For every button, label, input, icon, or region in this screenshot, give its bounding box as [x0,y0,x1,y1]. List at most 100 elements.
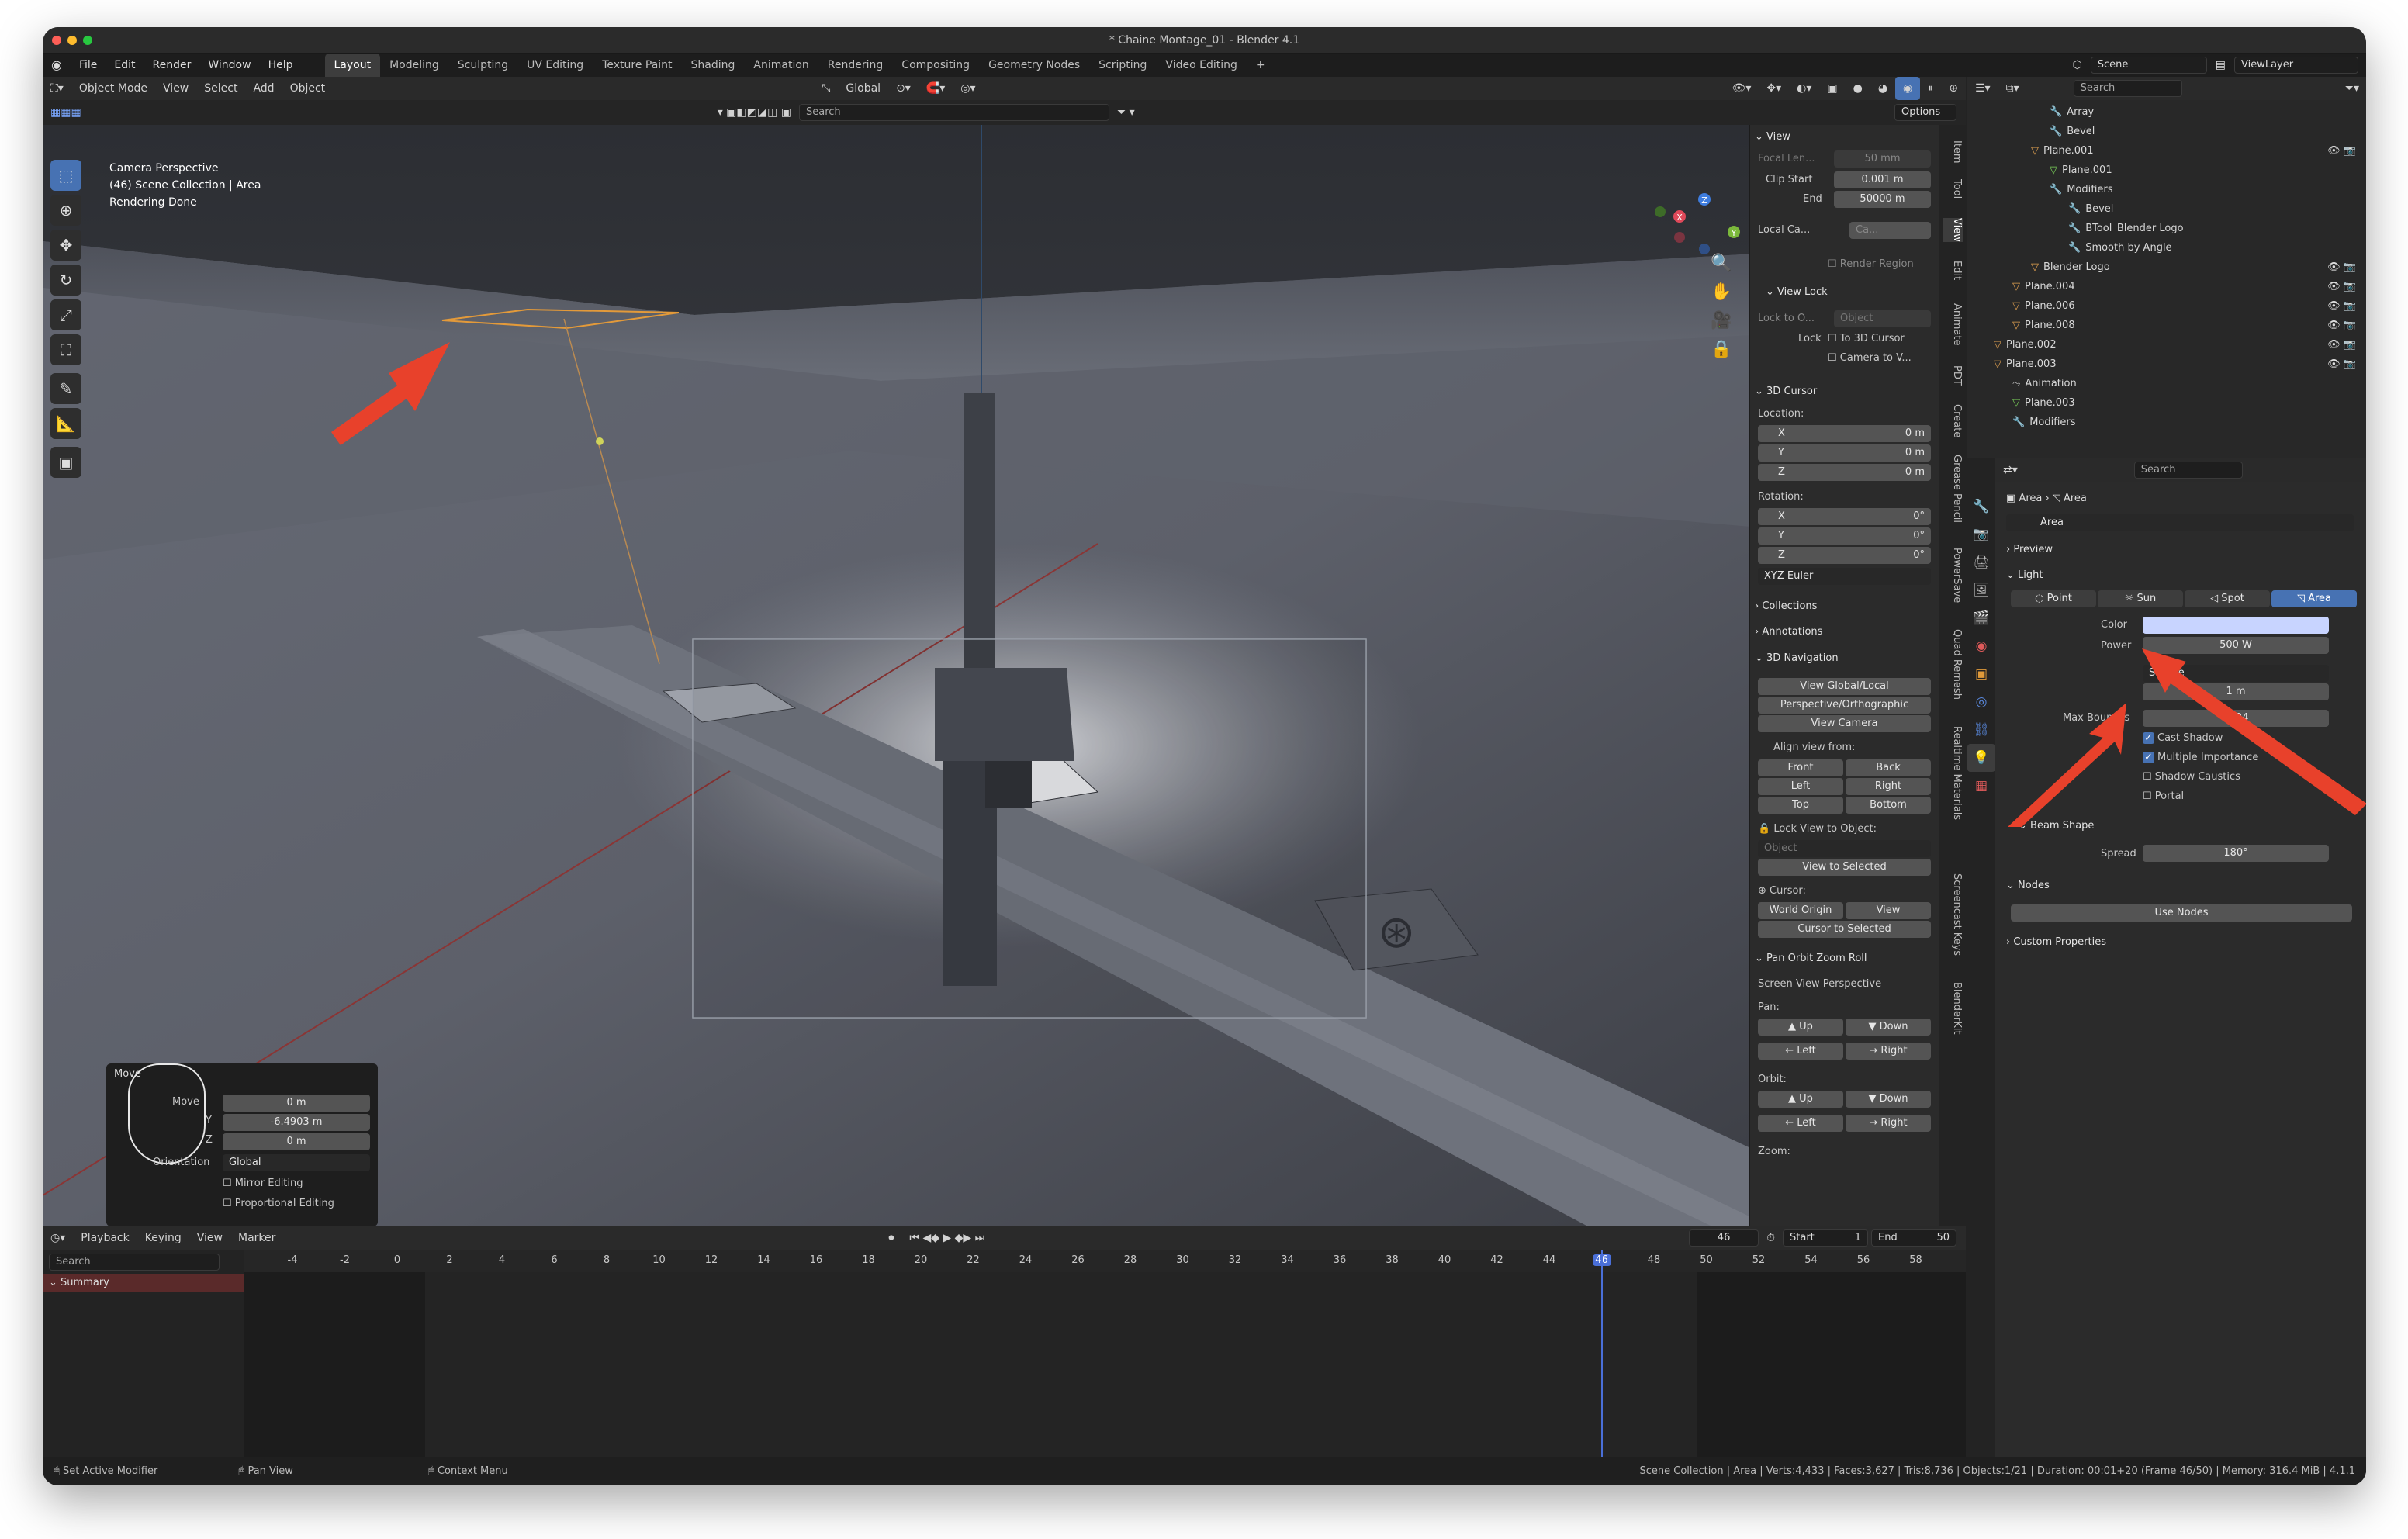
outliner-row[interactable]: 🔧 Bevel [2068,200,2359,219]
view-layer-selector[interactable]: ViewLayer [2234,57,2358,74]
current-frame-field[interactable]: 46 [1689,1229,1759,1247]
align-back-button[interactable]: Back [1846,759,1931,776]
align-bottom-button[interactable]: Bottom [1846,797,1931,814]
timeline-editor-icon[interactable]: ◷▾ [43,1226,73,1250]
menu-edit[interactable]: Edit [106,54,144,77]
clip-end-field[interactable]: 50000 m [1834,191,1931,208]
outliner-row[interactable]: ⤳ Animation [2012,375,2359,393]
annotate-tool-icon[interactable]: ✎ [50,373,81,404]
tab-texture-paint[interactable]: Texture Paint [593,54,681,77]
proportional-editing-checkbox[interactable]: ☐ Proportional Editing [223,1198,334,1209]
cursor-z-field[interactable]: Z 0 m [1758,464,1931,481]
visibility-eye-icon[interactable]: 👁 📷 [2327,355,2356,374]
overlay-icon[interactable]: ◐▾ [1789,77,1819,100]
align-top-button[interactable]: Top [1758,797,1843,814]
local-camera-field[interactable]: Ca... [1849,222,1931,239]
outliner-row[interactable]: 🔧 Modifiers [2012,413,2359,432]
tab-screencast-keys[interactable]: Screencast Keys [1943,873,1963,956]
outliner-row[interactable]: ▽ Plane.003 👁 📷 [1994,355,2359,374]
orbit-right-button[interactable]: → Right [1846,1115,1931,1132]
tab-scripting[interactable]: Scripting [1089,54,1156,77]
tab-pdt[interactable]: PDT [1943,365,1963,386]
outliner-search-input[interactable]: Search [2073,80,2182,97]
menu-file[interactable]: File [71,54,106,77]
custom-properties-header[interactable]: › Custom Properties [2006,936,2106,948]
shading-rendered-icon[interactable]: ◉ [1895,77,1921,100]
move-x-field[interactable]: 0 m [223,1095,370,1112]
3d-viewport[interactable]: ⊛ Z X Y ⬚ ⊕ ✥ ↻ ⤢ ⛶ ✎ 📐 ▣ Camera Perspec… [43,125,1769,1226]
menu-help[interactable]: Help [260,54,302,77]
lock-icon[interactable]: 🔒 [1711,335,1732,364]
screencast-icon[interactable]: ⊕ [1941,77,1966,100]
blender-logo-icon[interactable]: ◉ [43,54,71,77]
properties-editor-icon[interactable]: ⇄▾ [1995,458,2026,482]
object-mode-dropdown[interactable]: Object Mode [71,77,155,100]
outliner-row[interactable]: ▽ Plane.008 👁 📷 [2012,316,2359,335]
cursor-rot-y-field[interactable]: Y 0° [1758,527,1931,545]
scene-selector[interactable]: Scene [2090,57,2207,74]
outliner-row[interactable]: 🔧 BTool_Blender Logo [2068,220,2359,238]
outliner-row[interactable]: ▽ Blender Logo 👁 📷 [2031,258,2359,277]
playback-controls[interactable]: ⏮ ◀◆ ▶ ◆▶ ⏭ [901,1226,992,1250]
tab-shading[interactable]: Shading [682,54,745,77]
viewport-display-icons[interactable]: ▾ ▣◧◩◪◫ ▣ [710,101,799,124]
outliner-row[interactable]: ▽ Plane.002 👁 📷 [1994,336,2359,354]
snap-icon[interactable]: 🧲▾ [919,77,953,100]
shading-material-icon[interactable]: ◕ [1870,77,1895,100]
lock-to-3d-cursor-checkbox[interactable]: ☐ To 3D Cursor [1828,333,1905,344]
tab-blenderkit[interactable]: BlenderKit [1943,982,1963,1035]
visibility-eye-icon[interactable]: 👁 📷 [2327,336,2356,354]
tab-edit[interactable]: Edit [1943,261,1963,280]
view-camera-button[interactable]: View Camera [1758,715,1931,732]
summary-channel[interactable]: ⌄ Summary [43,1274,244,1292]
add-cube-tool-icon[interactable]: ▣ [50,447,81,478]
tab-view[interactable]: View [1943,218,1963,242]
outliner-row[interactable]: 🔧 Array [2050,103,2359,122]
tab-grease-pencil[interactable]: Grease Pencil [1943,455,1963,523]
tab-compositing[interactable]: Compositing [892,54,979,77]
cursor-tool-icon[interactable]: ⊕ [50,195,81,226]
filter-icon[interactable]: ⏷ ▾ [1109,101,1143,124]
select-box-icon[interactable]: ▦▦▦ [43,101,89,124]
view-lock-header[interactable]: ⌄ View Lock [1766,286,1828,298]
pause-render-icon[interactable]: ⏸ [1920,77,1941,100]
menu-render[interactable]: Render [144,54,200,77]
persp-ortho-button[interactable]: Perspective/Orthographic [1758,697,1931,714]
tab-quad-remesh[interactable]: Quad Remesh [1943,629,1963,700]
timeline-keyframe-area[interactable] [244,1272,1966,1458]
vp-menu-view[interactable]: View [155,77,196,100]
move-y-field[interactable]: -6.4903 m [223,1114,370,1131]
properties-search-input[interactable]: Search [2133,462,2243,479]
use-nodes-button[interactable]: Use Nodes [2011,904,2352,922]
add-workspace-button[interactable]: + [1247,54,1275,77]
lock-view-object-field[interactable]: Object [1758,840,1931,857]
options-dropdown[interactable]: Options [1894,104,1956,121]
marker-menu[interactable]: Marker [230,1226,283,1250]
view-global-local-button[interactable]: View Global/Local [1758,678,1931,695]
tab-video-editing[interactable]: Video Editing [1156,54,1246,77]
pan-right-button[interactable]: → Right [1846,1043,1931,1060]
align-right-button[interactable]: Right [1846,778,1931,795]
collections-header[interactable]: › Collections [1755,600,1817,612]
tab-animation[interactable]: Animation [744,54,818,77]
menu-window[interactable]: Window [199,54,259,77]
display-mode-icon[interactable]: ⧉▾ [1998,77,2027,100]
visibility-eye-icon[interactable]: 👁 📷 [2327,297,2356,316]
outliner-row[interactable]: 🔧 Modifiers [2050,181,2359,199]
spread-field[interactable]: 180° [2143,845,2329,862]
output-tab-icon[interactable]: 🖨 [1967,548,1995,576]
tab-item[interactable]: Item [1943,140,1963,164]
orientation-dropdown[interactable]: Global [223,1154,370,1171]
mirror-editing-checkbox[interactable]: ☐ Mirror Editing [223,1178,303,1189]
nav-section-header[interactable]: ⌄ 3D Navigation [1755,652,1839,664]
tab-modeling[interactable]: Modeling [380,54,448,77]
scale-tool-icon[interactable]: ⤢ [50,299,81,330]
outliner-row[interactable]: ▽ Plane.003 [2012,394,2359,413]
nodes-panel-header[interactable]: ⌄ Nodes [2006,880,2050,891]
clip-start-field[interactable]: 0.001 m [1834,171,1931,188]
cursor-rot-z-field[interactable]: Z 0° [1758,547,1931,564]
preview-range-icon[interactable]: ⏱ [1759,1226,1783,1250]
visibility-eye-icon[interactable]: 👁 📷 [2327,142,2356,161]
xray-icon[interactable]: ▣ [1819,77,1845,100]
rotate-tool-icon[interactable]: ↻ [50,265,81,296]
